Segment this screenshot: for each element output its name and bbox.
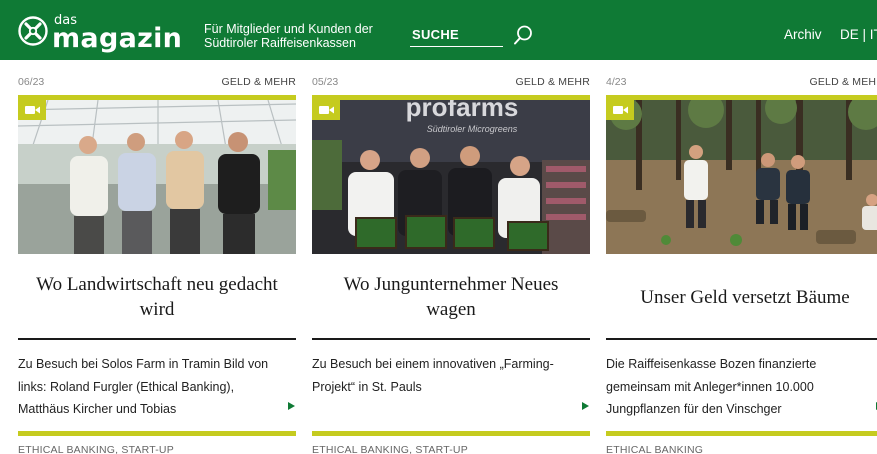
image-text-brand: profarms bbox=[406, 100, 519, 122]
card-date: 06/23 bbox=[18, 76, 45, 88]
photo-microgreens-team: profarms Südtiroler Microgreens bbox=[312, 100, 590, 254]
article-image[interactable]: profarms Südtiroler Microgreens bbox=[312, 100, 590, 254]
card-category[interactable]: GELD & MEHR bbox=[515, 76, 590, 88]
search-underline bbox=[410, 46, 503, 47]
article-card[interactable]: 4/23 GELD & MEHR Unser Geld versetzt Bäu… bbox=[606, 70, 877, 454]
card-date: 4/23 bbox=[606, 76, 627, 88]
card-title[interactable]: Unser Geld versetzt Bäume bbox=[606, 266, 877, 328]
search-input[interactable]: SUCHE bbox=[412, 27, 459, 42]
read-more-arrow-icon[interactable] bbox=[286, 400, 296, 412]
logo-icon bbox=[18, 16, 48, 46]
card-meta: 05/23 GELD & MEHR bbox=[312, 76, 590, 90]
card-accent-bar-bottom bbox=[18, 431, 296, 436]
card-category[interactable]: GELD & MEHR bbox=[221, 76, 296, 88]
photo-tree-planting bbox=[606, 100, 877, 254]
site-header: das magazin Für Mitglieder und Kunden de… bbox=[0, 0, 877, 60]
card-divider bbox=[18, 338, 296, 340]
card-divider bbox=[312, 338, 590, 340]
card-title[interactable]: Wo Landwirtschaft neu gedacht wird bbox=[18, 266, 296, 328]
video-camera-icon bbox=[312, 100, 340, 120]
site-tagline: Für Mitglieder und Kunden der Südtiroler… bbox=[204, 22, 404, 50]
card-excerpt: Zu Besuch bei Solos Farm in Tramin Bild … bbox=[18, 357, 269, 416]
article-card[interactable]: 05/23 GELD & MEHR profarms Südtiroler Mi… bbox=[312, 70, 590, 454]
card-date: 05/23 bbox=[312, 76, 339, 88]
card-excerpt: Zu Besuch bei einem innovativen „Farming… bbox=[312, 357, 554, 394]
video-camera-icon bbox=[18, 100, 46, 120]
photo-greenhouse-team bbox=[18, 100, 296, 254]
card-meta: 06/23 GELD & MEHR bbox=[18, 76, 296, 90]
card-accent-bar-bottom bbox=[312, 431, 590, 436]
card-meta: 4/23 GELD & MEHR bbox=[606, 76, 877, 90]
card-excerpt: Die Raiffeisenkasse Bozen finanzierte ge… bbox=[606, 357, 817, 416]
card-category[interactable]: GELD & MEHR bbox=[809, 76, 877, 88]
card-accent-bar-bottom bbox=[606, 431, 877, 436]
language-switch[interactable]: DE | IT bbox=[840, 27, 877, 42]
image-text-subtitle: Südtiroler Microgreens bbox=[427, 124, 518, 134]
card-divider bbox=[606, 338, 877, 340]
logo-text-big: magazin bbox=[52, 23, 183, 54]
video-camera-icon bbox=[606, 100, 634, 120]
tagline-line-2: Südtiroler Raiffeisenkassen bbox=[204, 36, 356, 50]
read-more-arrow-icon[interactable] bbox=[580, 400, 590, 412]
article-image[interactable] bbox=[18, 100, 296, 254]
archive-link[interactable]: Archiv bbox=[784, 27, 822, 42]
search-icon[interactable] bbox=[512, 24, 534, 46]
article-image[interactable] bbox=[606, 100, 877, 254]
tagline-line-1: Für Mitglieder und Kunden der bbox=[204, 22, 373, 36]
card-tags[interactable]: ETHICAL BANKING, START-UP bbox=[18, 444, 174, 454]
card-title[interactable]: Wo Jungunternehmer Neues wagen bbox=[312, 266, 590, 328]
card-tags[interactable]: ETHICAL BANKING bbox=[606, 444, 703, 454]
card-tags[interactable]: ETHICAL BANKING, START-UP bbox=[312, 444, 468, 454]
site-logo[interactable]: das magazin bbox=[18, 10, 182, 54]
article-card[interactable]: 06/23 GELD & MEHR Wo Landwirtschaft neu … bbox=[18, 70, 296, 454]
